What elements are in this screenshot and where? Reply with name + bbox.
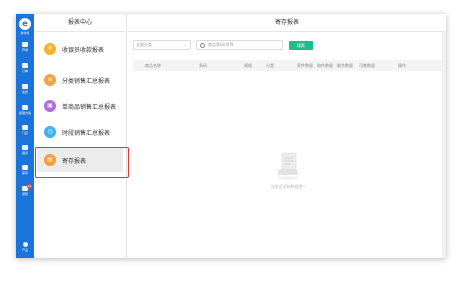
sidebar-item-category-report[interactable]: ≡ 分类销售汇总报表 xyxy=(37,69,123,91)
highlight-box xyxy=(35,147,129,178)
sidebar-item-cashier-report[interactable]: ¥ 收银员收款报表 xyxy=(37,38,123,60)
notification-badge: 11 xyxy=(27,184,32,189)
column-header: 商品名称 xyxy=(145,63,161,68)
search-button[interactable]: 搜索 xyxy=(289,40,313,50)
rail-item-members[interactable]: 会员 xyxy=(16,84,34,94)
chart-icon xyxy=(22,165,28,170)
category-select[interactable]: 全部分类 ⌄ xyxy=(133,40,191,50)
rail-label: 开单 xyxy=(21,48,28,52)
report-sidebar: 报表中心 ¥ 收银员收款报表 ≡ 分类销售汇总报表 ▣ 单商品销售汇总报表 ◷ … xyxy=(34,14,127,258)
sidebar-title: 报表中心 xyxy=(34,14,126,32)
sidebar-item-label: 单商品销售汇总报表 xyxy=(62,103,117,111)
column-header: 规格 xyxy=(244,63,252,68)
rail-item-reports[interactable]: 报表 xyxy=(16,145,34,155)
nav-rail: e 新零售 开单 订单 会员 促销方案 门店 报表 库存 11 通知 产品 xyxy=(16,14,34,258)
rail-item-product[interactable]: 产品 xyxy=(16,242,34,252)
product-icon: ▣ xyxy=(44,100,56,112)
search-icon xyxy=(200,42,205,48)
rail-label: 会员 xyxy=(21,90,28,94)
table-header: 商品名称 条码 规格 分类 寄件数量 取件数量 剩余数量 可售数量 操作 xyxy=(133,60,443,71)
main-panel: 寄存报表 全部分类 ⌄ 商品条码/名称 搜索 商品名称 条码 规格 分类 寄件数… xyxy=(128,14,446,258)
empty-state-text: 当前还没有数据哦~ xyxy=(270,184,306,189)
search-input[interactable]: 商品条码/名称 xyxy=(196,40,283,50)
grid-icon xyxy=(22,84,28,89)
sidebar-item-product-report[interactable]: ▣ 单商品销售汇总报表 xyxy=(37,95,123,117)
rail-item-promotions[interactable]: 促销方案 xyxy=(16,105,34,115)
column-header: 操作 xyxy=(398,63,406,68)
column-header: 剩余数量 xyxy=(337,63,353,68)
rail-label: 产品 xyxy=(21,248,28,252)
page-title: 寄存报表 xyxy=(128,14,446,32)
search-placeholder: 商品条码/名称 xyxy=(208,42,234,47)
currency-icon: ¥ xyxy=(44,43,56,55)
app-logo: e xyxy=(19,18,31,30)
column-header: 寄件数量 xyxy=(297,63,313,68)
sidebar-item-label: 时段销售汇总报表 xyxy=(62,129,111,137)
sidebar-item-label: 收银员收款报表 xyxy=(62,46,105,54)
sidebar-item-period-report[interactable]: ◷ 时段销售汇总报表 xyxy=(37,121,123,143)
category-select-value: 全部分类 xyxy=(136,42,152,47)
column-header: 分类 xyxy=(266,63,274,68)
column-header: 条码 xyxy=(199,63,207,68)
filter-bar: 全部分类 ⌄ 商品条码/名称 搜索 xyxy=(133,40,313,50)
pencil-icon xyxy=(22,42,28,47)
store-icon xyxy=(22,125,28,130)
rail-item-orders[interactable]: 订单 xyxy=(16,63,34,73)
column-header: 可售数量 xyxy=(359,63,375,68)
rail-item-inventory[interactable]: 库存 xyxy=(16,165,34,175)
category-icon: ≡ xyxy=(44,74,56,86)
rail-label: 订单 xyxy=(21,69,28,73)
clock-icon: ◷ xyxy=(44,126,56,138)
rail-label: 门店 xyxy=(21,131,28,135)
report-icon xyxy=(22,145,28,150)
app-logo-label: 新零售 xyxy=(20,31,30,35)
column-header: 取件数量 xyxy=(317,63,333,68)
sidebar-item-label: 分类销售汇总报表 xyxy=(62,77,111,85)
rail-label: 库存 xyxy=(21,171,28,175)
empty-document-icon xyxy=(278,152,298,180)
list-icon xyxy=(22,63,28,68)
rail-label: 报表 xyxy=(21,151,28,155)
app-window: e 新零售 开单 订单 会员 促销方案 门店 报表 库存 11 通知 产品 报表… xyxy=(16,14,446,258)
scrollbar[interactable] xyxy=(442,32,446,258)
rail-label: 促销方案 xyxy=(18,111,31,115)
chevron-down-icon: ⌄ xyxy=(183,42,187,47)
rail-item-order[interactable]: 开单 xyxy=(16,42,34,52)
rail-item-notifications[interactable]: 11 通知 xyxy=(16,184,34,196)
gift-icon xyxy=(22,105,28,110)
rail-label: 通知 xyxy=(21,192,28,196)
user-icon xyxy=(22,242,28,247)
rail-item-stores[interactable]: 门店 xyxy=(16,125,34,135)
